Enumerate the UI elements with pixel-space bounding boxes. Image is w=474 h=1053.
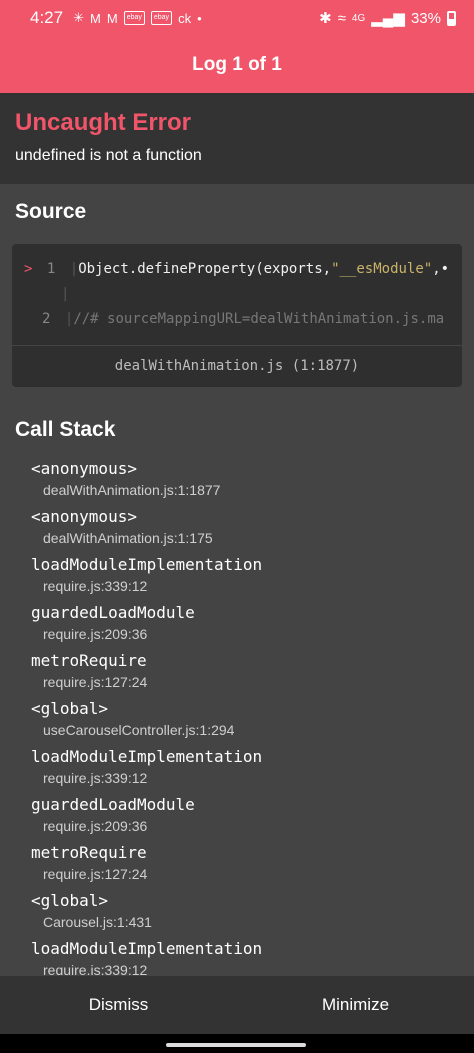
frame-location: useCarouselController.js:1:294 xyxy=(43,722,235,738)
stack-frame[interactable]: metroRequire require.js:127:24 xyxy=(31,650,461,698)
ebay-icon-2: ebay xyxy=(150,11,173,25)
stack-frame[interactable]: <global> Carousel.js:1:431 xyxy=(31,890,461,938)
frame-function: <anonymous> xyxy=(31,507,137,526)
code-line-marker: > xyxy=(24,261,33,277)
frame-location: Carousel.js:1:431 xyxy=(43,914,152,930)
bluetooth-icon: ✱ xyxy=(319,10,332,27)
home-indicator[interactable] xyxy=(166,1043,306,1047)
status-time: 4:27 xyxy=(30,8,64,27)
stack-frame[interactable]: <anonymous> dealWithAnimation.js:1:1877 xyxy=(31,458,461,506)
stack-frame[interactable]: loadModuleImplementation require.js:339:1… xyxy=(31,746,461,794)
code-comment: //# sourceMappingURL=dealWithAnimation.j… xyxy=(73,311,445,327)
code-line-1: > 1 |Object.defineProperty(exports,"__es… xyxy=(24,261,449,277)
call-stack-list[interactable]: <anonymous> dealWithAnimation.js:1:1877 <… xyxy=(31,458,461,975)
code-line-number: 2 xyxy=(42,311,51,327)
frame-function: guardedLoadModule xyxy=(31,795,195,814)
frame-location: dealWithAnimation.js:1:1877 xyxy=(43,482,221,498)
ebay-icon: ebay xyxy=(123,11,145,25)
dismiss-button[interactable]: Dismiss xyxy=(0,976,237,1034)
code-string: "__esModule" xyxy=(331,261,433,277)
stack-frame[interactable]: loadModuleImplementation require.js:339:1… xyxy=(31,938,461,975)
frame-location: require.js:127:24 xyxy=(43,866,148,882)
code-suffix: ,• xyxy=(432,261,450,277)
code-line-2: 2 |//# sourceMappingURL=dealWithAnimatio… xyxy=(42,311,444,327)
frame-location: require.js:209:36 xyxy=(43,818,148,834)
stack-frame[interactable]: guardedLoadModule require.js:209:36 xyxy=(31,602,461,650)
frame-location: require.js:339:12 xyxy=(43,770,148,786)
status-right: ✱ ≈ 4G ▂▄▆ 33% xyxy=(319,9,456,27)
frame-function: <global> xyxy=(31,891,109,910)
frame-function: metroRequire xyxy=(31,843,147,862)
code-gutter: | xyxy=(69,261,79,277)
frame-location: dealWithAnimation.js:1:175 xyxy=(43,530,213,546)
slack-icon: ✳ xyxy=(73,10,84,25)
log-title: Log 1 of 1 xyxy=(192,53,282,75)
error-message: undefined is not a function xyxy=(15,147,202,164)
status-bar: 4:27 ✳ M M ebay ebay ck • ✱ ≈ 4G ▂▄▆ 33% xyxy=(0,0,474,36)
stack-frame[interactable]: loadModuleImplementation require.js:339:1… xyxy=(31,554,461,602)
frame-function: <global> xyxy=(31,699,109,718)
code-gutter-blank: | xyxy=(61,286,70,302)
frame-location: require.js:127:24 xyxy=(43,674,148,690)
minimize-button[interactable]: Minimize xyxy=(237,976,474,1034)
bottom-action-bar: Dismiss Minimize xyxy=(0,976,474,1034)
frame-location: require.js:339:12 xyxy=(43,578,148,594)
source-file-label: dealWithAnimation.js (1:1877) xyxy=(114,358,360,374)
log-header: Log 1 of 1 xyxy=(0,36,474,93)
frame-function: guardedLoadModule xyxy=(31,603,195,622)
error-title: Uncaught Error xyxy=(15,109,192,136)
source-code-box[interactable]: > 1 |Object.defineProperty(exports,"__es… xyxy=(12,244,462,387)
signal-icon: ▂▄▆ xyxy=(371,10,405,27)
network-type: 4G xyxy=(351,12,366,24)
stack-frame[interactable]: guardedLoadModule require.js:209:36 xyxy=(31,794,461,842)
source-heading: Source xyxy=(15,200,87,223)
dot-icon: • xyxy=(197,10,202,26)
error-summary: Uncaught Error undefined is not a functi… xyxy=(0,93,474,184)
code-line-number: 1 xyxy=(46,261,56,277)
frame-location: require.js:339:12 xyxy=(43,962,148,975)
gmail-icon: M xyxy=(90,10,101,26)
frame-location: require.js:209:36 xyxy=(43,626,148,642)
stack-frame[interactable]: metroRequire require.js:127:24 xyxy=(31,842,461,890)
frame-function: loadModuleImplementation xyxy=(31,555,263,574)
frame-function: loadModuleImplementation xyxy=(31,747,263,766)
wifi-icon: ≈ xyxy=(337,9,346,27)
frame-function: loadModuleImplementation xyxy=(31,939,263,958)
ck-icon: ck xyxy=(178,10,192,26)
stack-frame[interactable]: <anonymous> dealWithAnimation.js:1:175 xyxy=(31,506,461,554)
gmail-icon-2: M xyxy=(106,10,118,26)
stack-frame[interactable]: <global> useCarouselController.js:1:294 xyxy=(31,698,461,746)
notification-icons: ✳ M M ebay ebay ck • xyxy=(73,10,319,26)
battery-icon xyxy=(447,10,456,26)
frame-function: metroRequire xyxy=(31,651,147,670)
frame-function: <anonymous> xyxy=(31,459,137,478)
battery-percent: 33% xyxy=(410,9,441,27)
call-stack-heading: Call Stack xyxy=(15,418,116,441)
code-text: Object.defineProperty(exports, xyxy=(78,261,332,277)
